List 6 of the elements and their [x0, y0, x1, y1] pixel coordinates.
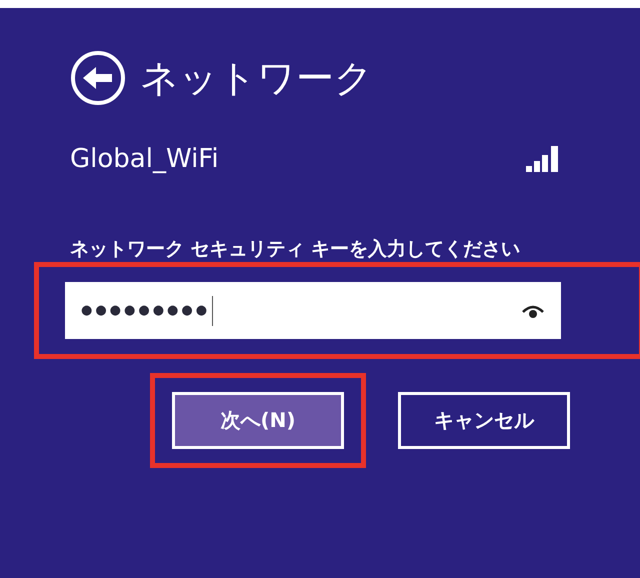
security-key-label: ネットワーク セキュリティ キーを入力してください — [70, 237, 522, 262]
next-button[interactable]: 次へ(N) — [172, 392, 344, 449]
pane-title: ネットワーク — [140, 54, 373, 102]
network-name: Global_WiFi — [70, 144, 219, 174]
password-field[interactable]: ●●●●●●●●● — [65, 282, 561, 339]
cancel-button[interactable]: キャンセル — [398, 392, 570, 449]
